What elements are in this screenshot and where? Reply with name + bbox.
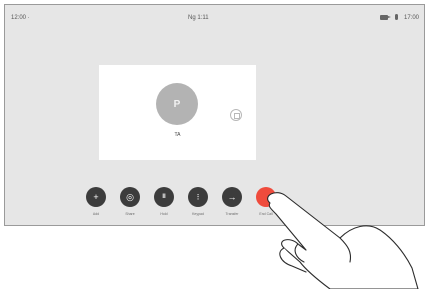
picture-in-picture-icon[interactable] — [230, 109, 242, 121]
self-view-panel: P TA — [99, 65, 256, 160]
add-glyph: + — [93, 191, 99, 202]
participant-name: TA — [174, 132, 181, 138]
pause-icon[interactable]: II — [154, 187, 174, 207]
camera-icon[interactable] — [380, 14, 391, 20]
transfer-glyph: → — [227, 191, 237, 202]
keypad-control[interactable]: ⁝ Keypad — [184, 187, 212, 216]
share-control[interactable]: ◎ Share — [116, 187, 144, 216]
status-time: 17:00 — [403, 15, 419, 21]
touch-panel-screen: 12:00 · Ng 1:11 17:00 P TA + Add ◎ Share… — [4, 4, 425, 226]
transfer-control[interactable]: → Transfer — [218, 187, 246, 216]
status-bar: 12:00 · Ng 1:11 17:00 — [5, 5, 424, 35]
microphone-icon[interactable] — [395, 14, 398, 20]
hold-glyph: II — [162, 194, 166, 200]
share-icon[interactable]: ◎ — [120, 187, 140, 207]
share-label: Share — [125, 212, 135, 216]
add-label: Add — [92, 212, 100, 216]
transfer-label: Transfer — [225, 212, 239, 216]
hold-control[interactable]: II Hold — [150, 187, 178, 216]
plus-icon[interactable]: + — [86, 187, 106, 207]
keypad-label: Keypad — [192, 212, 204, 216]
status-icons — [380, 14, 398, 20]
avatar-initials: P — [173, 98, 181, 110]
keypad-icon[interactable]: ⁝ — [188, 187, 208, 207]
end-call-control[interactable]: End Call — [252, 187, 280, 216]
status-center-text: Ng 1:11 — [188, 15, 209, 21]
keypad-glyph: ⁝ — [196, 191, 200, 202]
end-call-label: End Call — [259, 212, 273, 216]
transfer-icon[interactable]: → — [222, 187, 242, 207]
call-controls: + Add ◎ Share II Hold ⁝ Keypad → Transfe… — [82, 187, 312, 223]
avatar: P — [156, 83, 198, 125]
add-control[interactable]: + Add — [82, 187, 110, 216]
hold-label: Hold — [160, 212, 168, 216]
share-glyph: ◎ — [126, 191, 134, 202]
status-left-text: 12:00 · — [11, 15, 30, 21]
end-call-icon[interactable] — [256, 187, 276, 207]
